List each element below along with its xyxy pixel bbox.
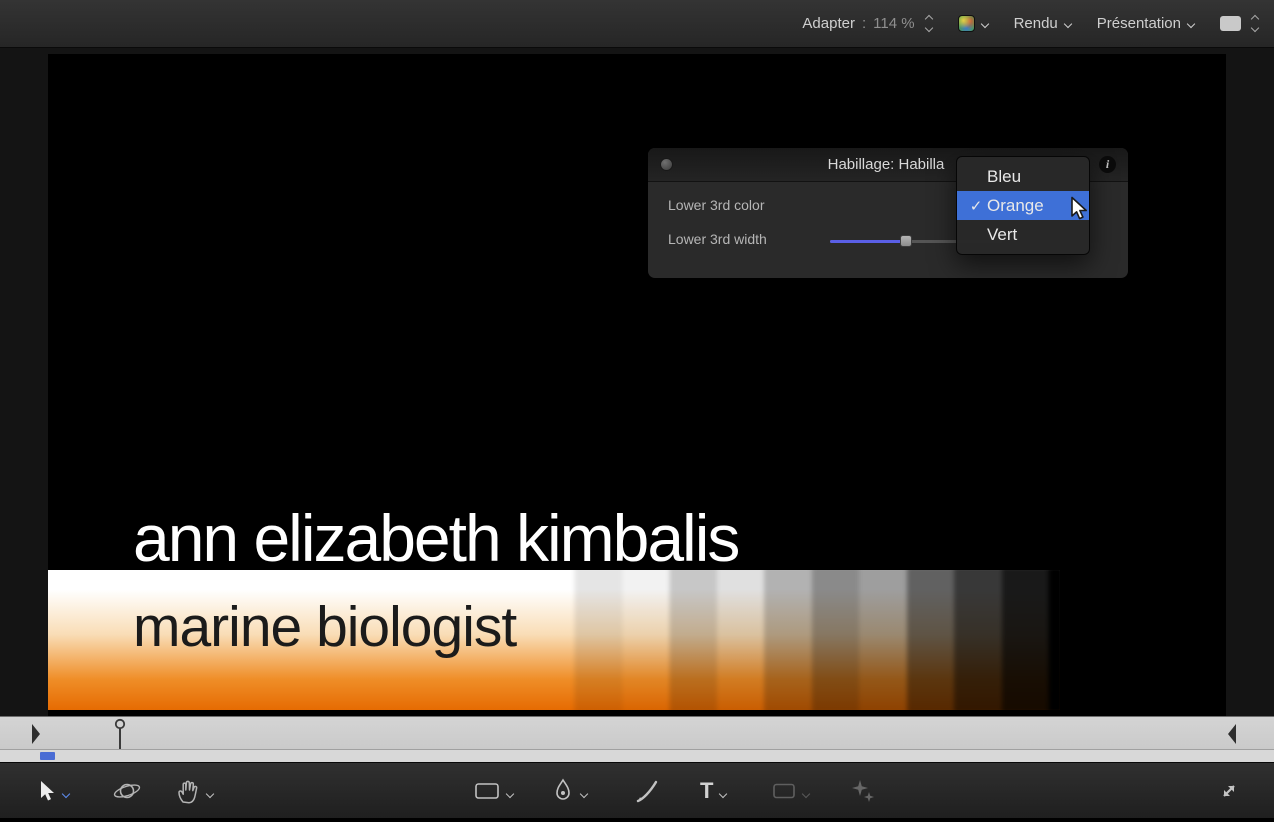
bezier-pen-tool[interactable] [552,763,587,819]
rectangle-shape-tool[interactable] [474,763,513,819]
slider-thumb[interactable] [900,235,912,247]
hud-color-label: Lower 3rd color [668,197,765,213]
app-window: Adapter : 114 % Rendu Présentation [0,0,1274,822]
mask-shape-tool [772,763,809,819]
render-menu-label: Rendu [1014,15,1058,32]
chevron-down-icon [506,790,514,798]
range-out-marker[interactable] [1226,722,1238,751]
title-role-text: marine biologist [133,594,516,660]
select-transform-tool[interactable] [36,763,69,819]
chevron-down-icon [980,19,988,27]
zoom-separator: : [862,15,866,32]
sparkle-icon [850,778,876,804]
mask-rectangle-icon [772,782,796,800]
mini-timeline[interactable] [0,716,1274,762]
view-menu-label: Présentation [1097,15,1181,32]
zoom-control[interactable]: Adapter : 114 % [802,15,931,32]
paint-stroke-tool[interactable] [634,763,660,819]
hud-width-label: Lower 3rd width [668,231,767,247]
chevron-down-icon [1064,19,1072,27]
select-arrow-icon [36,779,56,803]
orbit-3d-tool[interactable] [112,763,142,819]
brush-stroke-icon [634,778,660,804]
menu-item-label: Orange [987,196,1044,216]
window-bottom-edge [0,818,1274,822]
checkmark-icon: ✓ [965,197,987,215]
chevron-down-icon [802,790,810,798]
zoom-label: Adapter [802,15,855,32]
chevron-down-icon [206,790,214,798]
rectangle-icon [474,781,500,801]
title-name-text: ann elizabeth kimbalis [133,500,738,576]
expand-view-button[interactable] [1216,763,1242,819]
pan-hand-tool[interactable] [176,763,213,819]
chevron-down-icon [1251,24,1259,32]
mouse-cursor [1068,196,1090,227]
info-icon[interactable]: i [1099,156,1116,173]
timeline-range-bar[interactable] [0,749,1274,762]
chevron-down-icon [924,24,932,32]
chevron-down-icon [62,790,70,798]
zoom-stepper[interactable] [926,16,932,31]
zoom-value: 114 % [873,15,914,32]
view-menu[interactable]: Présentation [1097,15,1194,32]
main-area: ann elizabeth kimbalis marine biologist … [0,48,1274,822]
top-toolbar: Adapter : 114 % Rendu Présentation [0,0,1274,48]
color-channels-menu[interactable] [958,15,988,32]
menu-item-bleu[interactable]: Bleu [957,162,1089,191]
range-in-marker[interactable] [30,722,42,751]
display-stepper[interactable] [1252,16,1258,31]
hand-icon [176,778,200,804]
chevron-up-icon [924,15,932,23]
timeline-range-segment[interactable] [40,752,55,760]
menu-item-label: Bleu [987,167,1021,187]
chevron-down-icon [719,790,727,798]
chevron-down-icon [580,790,588,798]
color-channels-icon [958,15,975,32]
expand-diagonal-icon [1216,778,1242,804]
orbit-icon [112,777,142,805]
chevron-down-icon [1187,19,1195,27]
display-mode-control[interactable] [1220,16,1258,31]
chevron-up-icon [1251,15,1259,23]
adjust-item-tool [850,763,876,819]
render-menu[interactable]: Rendu [1014,15,1071,32]
display-icon [1220,16,1241,31]
text-tool[interactable]: T [700,763,726,819]
text-tool-icon: T [700,780,713,802]
slider-fill [830,240,906,243]
hud-close-button[interactable] [660,158,673,171]
bottom-toolbar: T [0,762,1274,818]
menu-item-label: Vert [987,225,1017,245]
pen-nib-icon [552,778,574,804]
